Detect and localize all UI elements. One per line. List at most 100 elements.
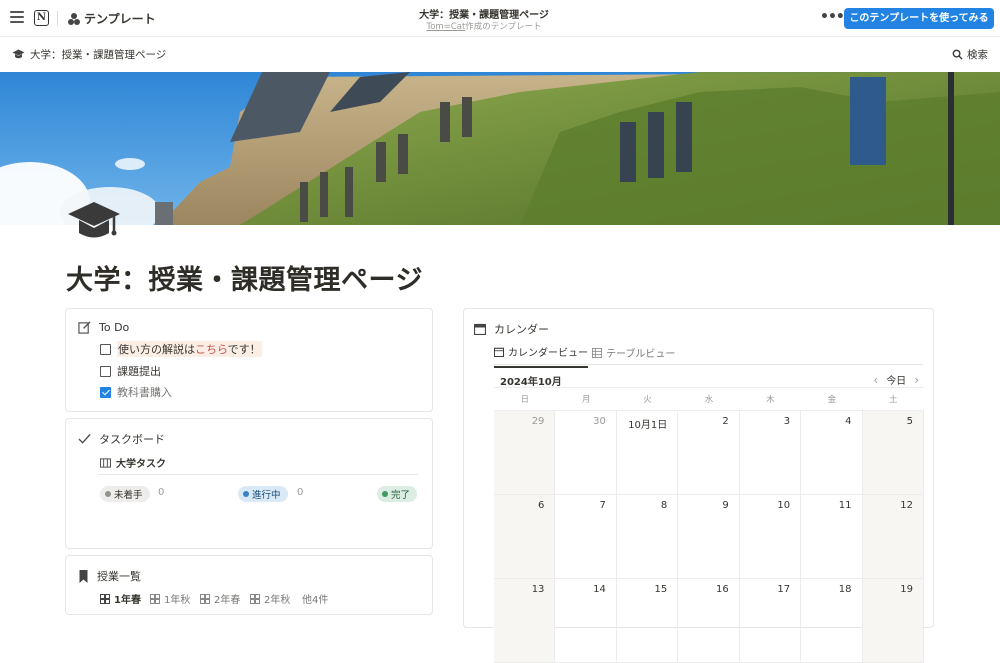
- breadcrumb-bar: 大学：授業・課題管理ページ 検索: [0, 37, 1000, 71]
- day-number: 14: [593, 584, 606, 595]
- todo-text-tail: です！: [227, 343, 261, 356]
- status-badge: 完了: [377, 486, 418, 502]
- todo-checkbox[interactable]: [100, 343, 111, 355]
- gallery-icon: [200, 593, 210, 604]
- calendar-day[interactable]: 8: [616, 495, 679, 579]
- calendar-day[interactable]: 29: [494, 411, 556, 495]
- day-number: 30: [593, 416, 606, 427]
- notion-logo-icon[interactable]: N: [34, 10, 49, 26]
- menu-icon[interactable]: [10, 11, 24, 23]
- calendar-day[interactable]: 19: [862, 579, 924, 663]
- class-tab-label: 2年秋: [264, 595, 291, 606]
- tab-label: テーブルビュー: [606, 349, 676, 360]
- day-number: 6: [538, 500, 545, 511]
- classes-card: 授業一覧 1年春 1年秋 2年春 2年秋 他4件: [65, 555, 433, 615]
- class-tab[interactable]: 1年春: [100, 591, 141, 606]
- calendar-day[interactable]: 10月1日: [616, 411, 679, 495]
- use-template-button[interactable]: このテンプレートを使ってみる: [844, 8, 994, 29]
- board-view-label: 大学タスク: [116, 459, 166, 470]
- calendar-week: 29 30 10月1日 2 3 4 5: [494, 411, 924, 495]
- top-page-title: 大学：授業・課題管理ページ: [419, 10, 549, 21]
- calendar-day[interactable]: 16: [678, 579, 740, 663]
- class-tab[interactable]: 2年秋: [250, 591, 290, 606]
- status-badge: 未着手: [100, 486, 150, 502]
- status-badge: 進行中: [238, 486, 288, 502]
- taskboard-card: タスクボード 大学タスク 未着手 0 進行中 0 完了: [65, 418, 433, 549]
- classes-header: 授業一覧: [78, 568, 141, 584]
- calendar-icon: [494, 347, 504, 357]
- template-author-line: Tom=Cat作成のテンプレート: [384, 20, 584, 32]
- class-tab[interactable]: 2年春: [200, 591, 240, 606]
- day-number: 13: [531, 584, 545, 595]
- graduation-cap-icon: [68, 202, 120, 238]
- calendar-day[interactable]: 12: [862, 495, 924, 579]
- todo-item[interactable]: 使い方の解説はこちらです！: [100, 341, 262, 357]
- calendar-day[interactable]: 15: [616, 579, 679, 663]
- calendar-day[interactable]: 7: [555, 495, 617, 579]
- page-title: 大学：授業・課題管理ページ: [66, 265, 423, 296]
- day-number: 7: [599, 500, 606, 511]
- todo-item-label: 教科書購入: [117, 386, 172, 399]
- day-number: 11: [838, 500, 852, 511]
- calendar-day[interactable]: 2: [678, 411, 740, 495]
- checkmark-icon: [78, 433, 91, 444]
- chevron-left-icon[interactable]: ‹: [873, 373, 878, 387]
- edit-icon: [78, 321, 91, 334]
- weekday-row: 日 月 火 水 木 金 土: [494, 387, 924, 411]
- day-number: 2: [722, 416, 729, 427]
- howto-link[interactable]: こちら: [195, 343, 228, 356]
- calendar-day[interactable]: 30: [555, 411, 617, 495]
- author-link[interactable]: Tom=Cat: [426, 22, 465, 32]
- calendar-day[interactable]: 14: [555, 579, 617, 663]
- calendar-day[interactable]: 18: [801, 579, 863, 663]
- day-number: 16: [715, 584, 729, 595]
- top-bar: N テンプレート 大学：授業・課題管理ページ Tom=Cat作成のテンプレート …: [0, 0, 1000, 37]
- page-icon[interactable]: [66, 200, 122, 244]
- more-views-tab[interactable]: 他4件: [302, 591, 328, 606]
- calendar-day[interactable]: 4: [801, 411, 863, 495]
- tab-label: カレンダービュー: [508, 348, 588, 359]
- calendar-day[interactable]: 3: [739, 411, 802, 495]
- calendar-day[interactable]: 11: [801, 495, 863, 579]
- todo-item[interactable]: 課題提出: [100, 363, 161, 379]
- board-view-tab[interactable]: 大学タスク: [100, 455, 166, 470]
- calendar-day[interactable]: 6: [494, 495, 556, 579]
- calendar-nav: ‹ 今日 ›: [873, 372, 919, 388]
- weekday-label: 土: [888, 395, 898, 405]
- todo-checkbox[interactable]: [100, 365, 111, 377]
- day-number: 29: [531, 416, 545, 427]
- calendar-grid: 日 月 火 水 木 金 土 29 30 10月1日 2 3 4 5 6 7 8 …: [494, 387, 924, 663]
- status-label: 進行中: [252, 490, 281, 501]
- calendar-day[interactable]: 9: [678, 495, 740, 579]
- day-number: 12: [900, 500, 913, 511]
- class-tab[interactable]: 1年秋: [150, 591, 190, 606]
- calendar-day[interactable]: 5: [862, 411, 924, 495]
- search-button[interactable]: 検索: [952, 47, 988, 62]
- day-number: 10: [777, 500, 791, 511]
- divider: [98, 474, 418, 475]
- cover-image: [0, 72, 1000, 225]
- todo-item[interactable]: 教科書購入: [100, 384, 172, 400]
- day-number: 15: [654, 584, 668, 595]
- todo-checkbox-checked[interactable]: [100, 386, 111, 398]
- calendar-day[interactable]: 13: [494, 579, 556, 663]
- day-number: 5: [906, 416, 913, 427]
- calendar-day[interactable]: 17: [739, 579, 802, 663]
- status-dot: [105, 491, 111, 497]
- weekday-label: 木: [766, 395, 775, 405]
- day-number: 17: [777, 584, 791, 595]
- day-number: 18: [838, 584, 852, 595]
- calendar-icon: [474, 323, 486, 335]
- day-number: 8: [660, 500, 668, 511]
- workspace-link[interactable]: テンプレート: [68, 10, 156, 27]
- day-number: 3: [783, 416, 791, 427]
- calendar-heading: カレンダー: [494, 323, 549, 336]
- bookmark-icon: [79, 569, 88, 583]
- more-options-icon[interactable]: •••: [820, 9, 845, 25]
- calendar-day[interactable]: 10: [739, 495, 802, 579]
- chevron-right-icon[interactable]: ›: [914, 373, 919, 387]
- calendar-week: 6 7 8 9 10 11 12: [494, 495, 924, 579]
- today-button[interactable]: 今日: [886, 372, 906, 387]
- breadcrumb[interactable]: 大学：授業・課題管理ページ: [12, 47, 166, 62]
- class-tab-label: 他4件: [302, 595, 329, 606]
